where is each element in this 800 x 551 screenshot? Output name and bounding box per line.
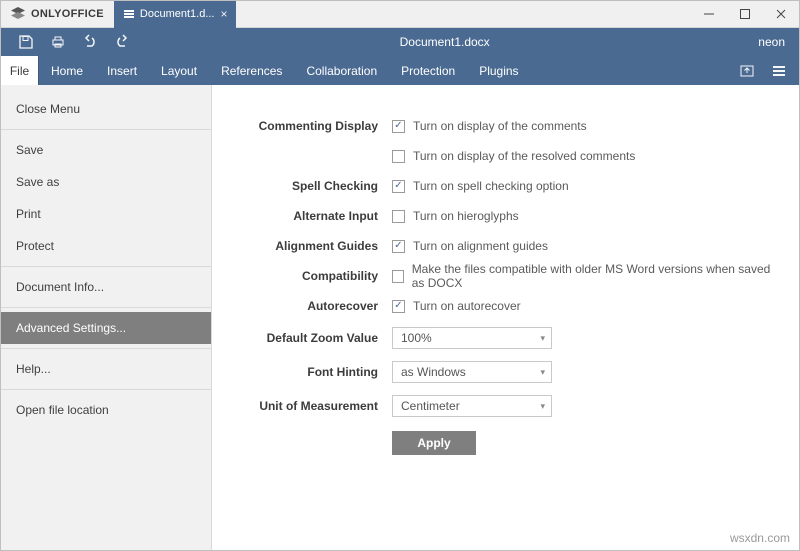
- chevron-down-icon: ▾: [540, 367, 545, 378]
- open-file-icon[interactable]: [739, 63, 755, 79]
- menu-plugins[interactable]: Plugins: [467, 56, 530, 85]
- chevron-down-icon: ▾: [540, 333, 545, 344]
- app-window: ONLYOFFICE Document1.d... ×: [0, 0, 800, 551]
- apply-button[interactable]: Apply: [392, 431, 476, 455]
- checkbox-compat[interactable]: [392, 270, 404, 283]
- font-hinting-select[interactable]: as Windows ▾: [392, 361, 552, 383]
- tab-close-icon[interactable]: ×: [220, 7, 227, 21]
- menu-protection[interactable]: Protection: [389, 56, 467, 85]
- checkbox-autorecover[interactable]: [392, 300, 405, 313]
- zoom-select[interactable]: 100% ▾: [392, 327, 552, 349]
- checkbox-resolved-comments-label: Turn on display of the resolved comments: [413, 149, 635, 163]
- unit-value: Centimeter: [401, 399, 460, 413]
- print-icon[interactable]: [49, 33, 67, 51]
- commenting-display-label: Commenting Display: [212, 119, 392, 133]
- checkbox-spell[interactable]: [392, 180, 405, 193]
- sidebar-save-as[interactable]: Save as: [1, 166, 211, 198]
- maximize-button[interactable]: [727, 1, 763, 28]
- sidebar-document-info[interactable]: Document Info...: [1, 271, 211, 303]
- save-icon[interactable]: [17, 33, 35, 51]
- checkbox-comments[interactable]: [392, 120, 405, 133]
- alternate-input-label: Alternate Input: [212, 209, 392, 223]
- menubar: File Home Insert Layout References Colla…: [1, 56, 799, 85]
- sidebar-protect[interactable]: Protect: [1, 230, 211, 262]
- font-hinting-value: as Windows: [401, 365, 466, 379]
- menu-icon[interactable]: [771, 63, 787, 79]
- unit-select[interactable]: Centimeter ▾: [392, 395, 552, 417]
- sidebar-open-location[interactable]: Open file location: [1, 394, 211, 426]
- document-tab[interactable]: Document1.d... ×: [114, 1, 236, 28]
- redo-icon[interactable]: [113, 33, 131, 51]
- maximize-icon: [739, 8, 751, 20]
- alignment-guides-label: Alignment Guides: [212, 239, 392, 253]
- sidebar-print[interactable]: Print: [1, 198, 211, 230]
- autorecover-label: Autorecover: [212, 299, 392, 313]
- separator: [1, 129, 211, 130]
- unit-label: Unit of Measurement: [212, 399, 392, 413]
- advanced-settings-panel: Commenting Display Turn on display of th…: [212, 85, 799, 550]
- watermark: wsxdn.com: [730, 531, 790, 545]
- brand: ONLYOFFICE: [1, 7, 114, 21]
- user-label[interactable]: neon: [758, 35, 799, 49]
- default-zoom-label: Default Zoom Value: [212, 331, 392, 345]
- sidebar-help[interactable]: Help...: [1, 353, 211, 385]
- logo-icon: [11, 7, 25, 21]
- zoom-value: 100%: [401, 331, 432, 345]
- chevron-down-icon: ▾: [540, 401, 545, 412]
- checkbox-alignment-label: Turn on alignment guides: [413, 239, 548, 253]
- menu-references[interactable]: References: [209, 56, 294, 85]
- hamburger-icon: [124, 13, 134, 15]
- file-sidebar: Close Menu Save Save as Print Protect Do…: [1, 85, 212, 550]
- checkbox-compat-label: Make the files compatible with older MS …: [412, 262, 775, 290]
- document-tab-label: Document1.d...: [140, 8, 215, 20]
- brand-label: ONLYOFFICE: [31, 8, 104, 20]
- close-button[interactable]: [763, 1, 799, 28]
- minimize-icon: [703, 8, 715, 20]
- titlebar: ONLYOFFICE Document1.d... ×: [1, 1, 799, 28]
- checkbox-comments-label: Turn on display of the comments: [413, 119, 587, 133]
- file-tab[interactable]: File: [1, 56, 39, 85]
- sidebar-advanced-settings[interactable]: Advanced Settings...: [1, 312, 211, 344]
- sidebar-close-menu[interactable]: Close Menu: [1, 93, 211, 125]
- document-title: Document1.docx: [131, 35, 758, 49]
- window-controls: [691, 1, 799, 28]
- checkbox-hieroglyphs[interactable]: [392, 210, 405, 223]
- menu-insert[interactable]: Insert: [95, 56, 149, 85]
- menu-collaboration[interactable]: Collaboration: [294, 56, 389, 85]
- close-icon: [775, 8, 787, 20]
- separator: [1, 307, 211, 308]
- checkbox-spell-label: Turn on spell checking option: [413, 179, 569, 193]
- sidebar-save[interactable]: Save: [1, 134, 211, 166]
- separator: [1, 348, 211, 349]
- spell-checking-label: Spell Checking: [212, 179, 392, 193]
- separator: [1, 266, 211, 267]
- compatibility-label: Compatibility: [212, 269, 392, 283]
- menu-layout[interactable]: Layout: [149, 56, 209, 85]
- quick-access-toolbar: Document1.docx neon: [1, 28, 799, 56]
- menu-home[interactable]: Home: [39, 56, 95, 85]
- font-hinting-label: Font Hinting: [212, 365, 392, 379]
- minimize-button[interactable]: [691, 1, 727, 28]
- checkbox-resolved-comments[interactable]: [392, 150, 405, 163]
- undo-icon[interactable]: [81, 33, 99, 51]
- checkbox-autorecover-label: Turn on autorecover: [413, 299, 521, 313]
- checkbox-hieroglyphs-label: Turn on hieroglyphs: [413, 209, 519, 223]
- checkbox-alignment[interactable]: [392, 240, 405, 253]
- separator: [1, 389, 211, 390]
- body: Close Menu Save Save as Print Protect Do…: [1, 85, 799, 550]
